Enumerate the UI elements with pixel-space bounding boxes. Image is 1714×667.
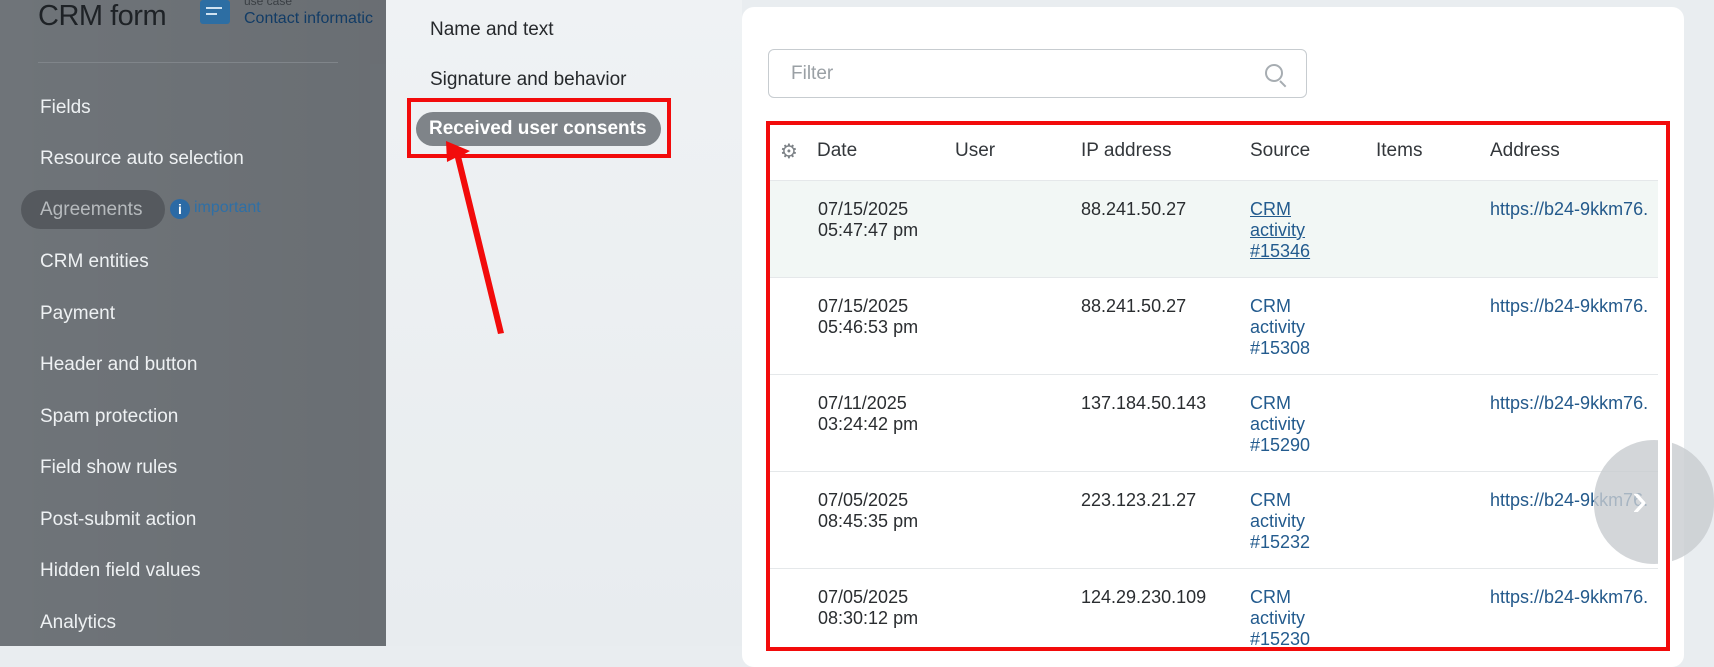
use-case-label: use case	[244, 0, 293, 8]
sidebar-edge	[370, 64, 386, 646]
sidebar-item-agreements[interactable]: Agreements	[21, 190, 165, 229]
highlight-box-table	[766, 121, 1670, 651]
filter-field[interactable]	[768, 49, 1307, 98]
sidebar-item-field-show-rules[interactable]: Field show rules	[40, 457, 177, 479]
sidebar-item-fields[interactable]: Fields	[40, 97, 91, 119]
sidebar-divider	[38, 62, 338, 63]
subnav-item-signature-and-behavior[interactable]: Signature and behavior	[430, 69, 626, 91]
highlight-box-subnav	[407, 98, 671, 158]
sidebar-item-hidden-field-values[interactable]: Hidden field values	[40, 560, 201, 582]
sidebar-item-crm-entities[interactable]: CRM entities	[40, 251, 149, 273]
sidebar-item-spam-protection[interactable]: Spam protection	[40, 406, 178, 428]
sidebar-item-payment[interactable]: Payment	[40, 303, 115, 325]
sidebar-item-post-submit-action[interactable]: Post-submit action	[40, 509, 196, 531]
sidebar-item-label: Agreements	[40, 199, 143, 220]
important-link[interactable]: important	[194, 199, 261, 217]
info-icon[interactable]: i	[170, 199, 190, 219]
subnav-item-name-and-text[interactable]: Name and text	[430, 19, 554, 41]
page-title: CRM form	[38, 0, 167, 32]
sidebar: CRM form use case Contact informatic Fie…	[0, 0, 386, 646]
filter-input[interactable]	[789, 62, 1233, 86]
use-case-link[interactable]: Contact informatic	[244, 10, 373, 28]
document-icon	[200, 0, 230, 24]
subnav-panel: Name and text Signature and behavior	[386, 0, 742, 646]
sidebar-item-resource-auto-selection[interactable]: Resource auto selection	[40, 148, 244, 170]
sidebar-item-analytics[interactable]: Analytics	[40, 612, 116, 634]
search-icon[interactable]	[1265, 64, 1283, 82]
sidebar-item-header-and-button[interactable]: Header and button	[40, 354, 197, 376]
